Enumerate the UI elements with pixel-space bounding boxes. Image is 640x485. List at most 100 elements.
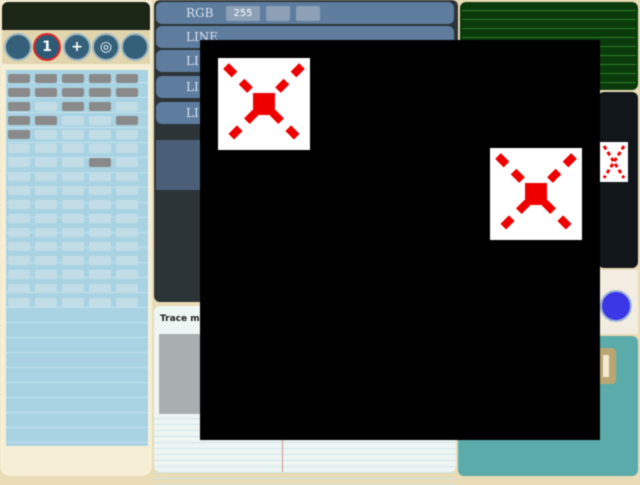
tag-chip[interactable] [8,256,30,265]
tag-chip[interactable] [35,228,57,237]
tag-chip[interactable] [116,74,138,83]
tag-chip[interactable] [62,102,84,111]
tag-chip[interactable] [116,256,138,265]
tag-chip[interactable] [62,172,84,181]
tool-button-2[interactable]: 1 [33,33,61,61]
tag-chip[interactable] [62,186,84,195]
tag-chip[interactable] [62,228,84,237]
tag-chip[interactable] [35,298,57,307]
tag-chip[interactable] [62,74,84,83]
tag-chip[interactable] [116,116,138,125]
tag-chip[interactable] [8,74,30,83]
tag-chip[interactable] [89,284,111,293]
rgb-value-field[interactable]: 255 [226,6,260,21]
tag-chip[interactable] [89,158,111,167]
tag-chip[interactable] [62,88,84,97]
tag-chip[interactable] [116,270,138,279]
tag-chip[interactable] [8,284,30,293]
trace-line [154,478,456,479]
tool-button-4[interactable]: ◎ [92,33,120,61]
tag-chip[interactable] [35,158,57,167]
tag-chip[interactable] [8,172,30,181]
tag-chip[interactable] [62,270,84,279]
tag-chip[interactable] [35,130,57,139]
tag-chip[interactable] [89,130,111,139]
tag-chip[interactable] [116,186,138,195]
tag-chip[interactable] [35,74,57,83]
blue-dot-button[interactable] [600,290,632,322]
tag-chip[interactable] [89,102,111,111]
tag-list[interactable] [6,70,148,446]
tag-chip[interactable] [89,186,111,195]
trace-line [154,460,456,461]
tag-chip[interactable] [89,200,111,209]
trace-line [154,448,456,449]
tag-chip[interactable] [8,214,30,223]
tag-chip[interactable] [89,144,111,153]
rgb-bar[interactable]: RGB 255 [156,2,454,24]
tag-chip[interactable] [35,186,57,195]
tag-chip[interactable] [116,102,138,111]
tag-chip[interactable] [62,256,84,265]
tag-chip[interactable] [8,186,30,195]
tag-chip[interactable] [116,88,138,97]
tag-chip[interactable] [89,116,111,125]
tag-chip[interactable] [89,242,111,251]
tag-chip[interactable] [8,200,30,209]
tag-chip[interactable] [8,298,30,307]
tag-chip[interactable] [35,242,57,251]
tag-chip[interactable] [8,228,30,237]
tag-chip[interactable] [89,298,111,307]
tag-chip[interactable] [35,214,57,223]
tag-chip[interactable] [62,214,84,223]
tag-chip[interactable] [116,298,138,307]
tag-chip[interactable] [116,228,138,237]
tag-chip[interactable] [8,102,30,111]
tag-chip[interactable] [62,158,84,167]
tag-chip[interactable] [8,88,30,97]
tag-chip[interactable] [116,130,138,139]
tag-chip[interactable] [62,144,84,153]
tool-button-1[interactable] [4,33,32,61]
tag-chip[interactable] [116,200,138,209]
tag-chip[interactable] [116,158,138,167]
rgb-slot-g[interactable] [266,6,290,21]
tag-chip[interactable] [35,284,57,293]
tag-chip[interactable] [116,242,138,251]
tool-button-3[interactable]: + [63,33,91,61]
tag-chip[interactable] [62,298,84,307]
tag-chip[interactable] [35,88,57,97]
tag-chip[interactable] [35,144,57,153]
tag-chip[interactable] [35,200,57,209]
tag-chip[interactable] [8,242,30,251]
tag-chip[interactable] [62,200,84,209]
tag-chip[interactable] [8,116,30,125]
tag-chip[interactable] [62,130,84,139]
tag-chip[interactable] [89,214,111,223]
tag-chip[interactable] [8,158,30,167]
tag-chip[interactable] [62,242,84,251]
tag-chip[interactable] [35,172,57,181]
tag-chip[interactable] [89,172,111,181]
tag-chip[interactable] [89,228,111,237]
tag-chip[interactable] [116,144,138,153]
tag-chip[interactable] [89,256,111,265]
tag-chip[interactable] [8,130,30,139]
tag-chip[interactable] [8,270,30,279]
tag-chip[interactable] [62,116,84,125]
tag-chip[interactable] [116,172,138,181]
tag-chip[interactable] [35,256,57,265]
black-overlay[interactable] [200,40,600,440]
tool-button-5[interactable] [121,33,149,61]
tag-chip[interactable] [89,88,111,97]
tag-chip[interactable] [116,284,138,293]
tag-chip[interactable] [89,74,111,83]
tag-chip[interactable] [62,284,84,293]
tag-chip[interactable] [89,270,111,279]
tag-chip[interactable] [35,116,57,125]
tag-chip[interactable] [35,102,57,111]
tag-chip[interactable] [35,270,57,279]
tag-chip[interactable] [116,214,138,223]
tag-chip[interactable] [8,144,30,153]
rgb-slot-b[interactable] [296,6,320,21]
